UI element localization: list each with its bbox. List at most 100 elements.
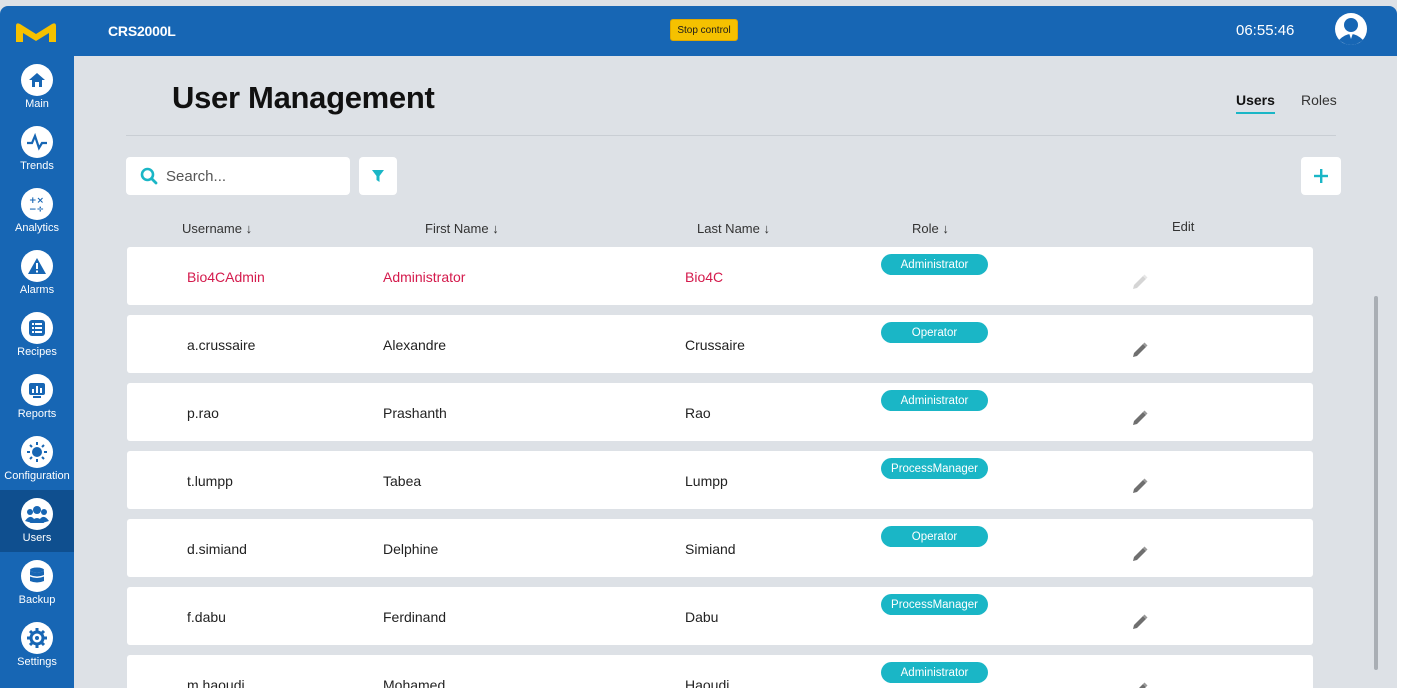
merck-m-logo — [16, 23, 56, 42]
tab-roles[interactable]: Roles — [1301, 92, 1337, 108]
table-row[interactable]: m.haoudi Mohamed Haoudi Administrator — [127, 655, 1313, 688]
pencil-icon[interactable] — [1131, 545, 1149, 563]
table-row[interactable]: p.rao Prashanth Rao Administrator — [127, 383, 1313, 441]
sidebar-item-label: Settings — [17, 656, 57, 668]
top-bar: CRS2000L Stop control 06:55:46 — [0, 6, 1397, 56]
table-row[interactable]: f.dabu Ferdinand Dabu ProcessManager — [127, 587, 1313, 645]
pencil-icon[interactable] — [1131, 613, 1149, 631]
cell-last-name: Simiand — [685, 541, 736, 557]
table-row[interactable]: Bio4CAdmin Administrator Bio4C Administr… — [127, 247, 1313, 305]
sidebar-item-settings[interactable]: Settings — [0, 614, 74, 676]
pencil-icon[interactable] — [1131, 477, 1149, 495]
table-row[interactable]: a.crussaire Alexandre Crussaire Operator — [127, 315, 1313, 373]
page-title: User Management — [172, 80, 435, 115]
calculator-icon: +× −÷ — [21, 188, 53, 220]
sort-arrow-icon: ↓ — [942, 221, 949, 236]
vertical-scrollbar[interactable] — [1374, 296, 1378, 670]
search-icon — [140, 167, 158, 185]
sidebar-item-label: Reports — [17, 408, 57, 420]
tab-users[interactable]: Users — [1236, 92, 1275, 114]
cell-first-name: Alexandre — [383, 337, 447, 353]
sidebar-item-configuration[interactable]: Configuration — [0, 428, 74, 490]
report-icon — [21, 374, 53, 406]
database-icon — [21, 560, 53, 592]
cell-first-name: Tabea — [383, 473, 422, 489]
role-badge: ProcessManager — [881, 458, 988, 479]
cell-last-name: Lumpp — [685, 473, 728, 489]
role-badge: ProcessManager — [881, 594, 988, 615]
device-name: CRS2000L — [108, 23, 176, 39]
sidebar-item-label: Recipes — [17, 346, 57, 358]
column-header-label: Role — [912, 221, 939, 236]
main-content: User Management Users Roles Username — [74, 56, 1397, 688]
user-table: Bio4CAdmin Administrator Bio4C Administr… — [127, 247, 1313, 688]
cell-username: f.dabu — [187, 609, 226, 625]
sidebar-item-label: Backup — [18, 594, 56, 606]
cell-username: Bio4CAdmin — [187, 269, 265, 285]
search-box — [126, 157, 350, 195]
user-avatar-icon[interactable] — [1334, 12, 1368, 46]
home-icon — [21, 64, 53, 96]
gear-icon — [21, 622, 53, 654]
cell-username: d.simiand — [187, 541, 247, 557]
role-badge: Operator — [881, 526, 988, 547]
configuration-icon — [21, 436, 53, 468]
filter-icon — [372, 170, 384, 182]
pencil-icon[interactable] — [1131, 409, 1149, 427]
sidebar-item-label: Configuration — [4, 470, 70, 482]
pulse-icon — [21, 126, 53, 158]
svg-text:−÷: −÷ — [29, 205, 44, 214]
role-badge: Operator — [881, 322, 988, 343]
cell-first-name: Prashanth — [383, 405, 447, 421]
sidebar-item-label: Main — [25, 98, 49, 110]
cell-username: m.haoudi — [187, 677, 245, 688]
table-row[interactable]: t.lumpp Tabea Lumpp ProcessManager — [127, 451, 1313, 509]
pencil-icon[interactable] — [1131, 273, 1149, 291]
sidebar-item-label: Alarms — [19, 284, 55, 296]
add-user-button[interactable] — [1301, 157, 1341, 195]
sort-arrow-icon: ↓ — [492, 221, 499, 236]
search-input[interactable] — [166, 167, 336, 185]
pencil-icon[interactable] — [1131, 681, 1149, 688]
sidebar-item-users[interactable]: Users — [0, 490, 74, 552]
role-badge: Administrator — [881, 662, 988, 683]
sidebar-item-reports[interactable]: Reports — [0, 366, 74, 428]
cell-last-name: Rao — [685, 405, 711, 421]
sidebar-item-label: Trends — [20, 160, 54, 172]
sidebar-item-trends[interactable]: Trends — [0, 118, 74, 180]
table-row[interactable]: d.simiand Delphine Simiand Operator — [127, 519, 1313, 577]
sidebar-item-analytics[interactable]: +× −÷ Analytics — [0, 180, 74, 242]
sidebar-item-alarms[interactable]: Alarms — [0, 242, 74, 304]
cell-first-name: Ferdinand — [383, 609, 447, 625]
column-header-last-name[interactable]: Last Name ↓ — [697, 221, 770, 236]
column-header-label: Last Name — [697, 221, 760, 236]
cell-username: a.crussaire — [187, 337, 256, 353]
users-icon — [21, 498, 53, 530]
cell-username: p.rao — [187, 405, 219, 421]
cell-first-name: Delphine — [383, 541, 439, 557]
pencil-icon[interactable] — [1131, 341, 1149, 359]
sidebar-item-backup[interactable]: Backup — [0, 552, 74, 614]
column-header-edit: Edit — [1172, 219, 1195, 234]
column-header-role[interactable]: Role ↓ — [912, 221, 949, 236]
sidebar-item-label: Analytics — [14, 222, 60, 234]
sort-arrow-icon: ↓ — [245, 221, 253, 236]
sidebar-item-recipes[interactable]: Recipes — [0, 304, 74, 366]
column-header-username[interactable]: Username ↓ — [182, 221, 252, 236]
sidebar-item-main[interactable]: Main — [0, 56, 74, 118]
filter-button[interactable] — [359, 157, 397, 195]
sidebar: Main Trends +× −÷ Analytics Alarms Recipe… — [0, 56, 74, 688]
cell-last-name: Haoudi — [685, 677, 730, 688]
cell-last-name: Dabu — [685, 609, 719, 625]
header-divider — [126, 135, 1336, 136]
column-header-label: Username — [182, 221, 242, 236]
role-badge: Administrator — [881, 390, 988, 411]
column-header-label: First Name — [425, 221, 489, 236]
cell-last-name: Bio4C — [685, 269, 724, 285]
role-badge: Administrator — [881, 254, 988, 275]
column-header-first-name[interactable]: First Name ↓ — [425, 221, 499, 236]
cell-username: t.lumpp — [187, 473, 233, 489]
cell-first-name: Mohamed — [383, 677, 446, 688]
sort-arrow-icon: ↓ — [763, 221, 771, 236]
stop-control-button[interactable]: Stop control — [670, 19, 738, 41]
